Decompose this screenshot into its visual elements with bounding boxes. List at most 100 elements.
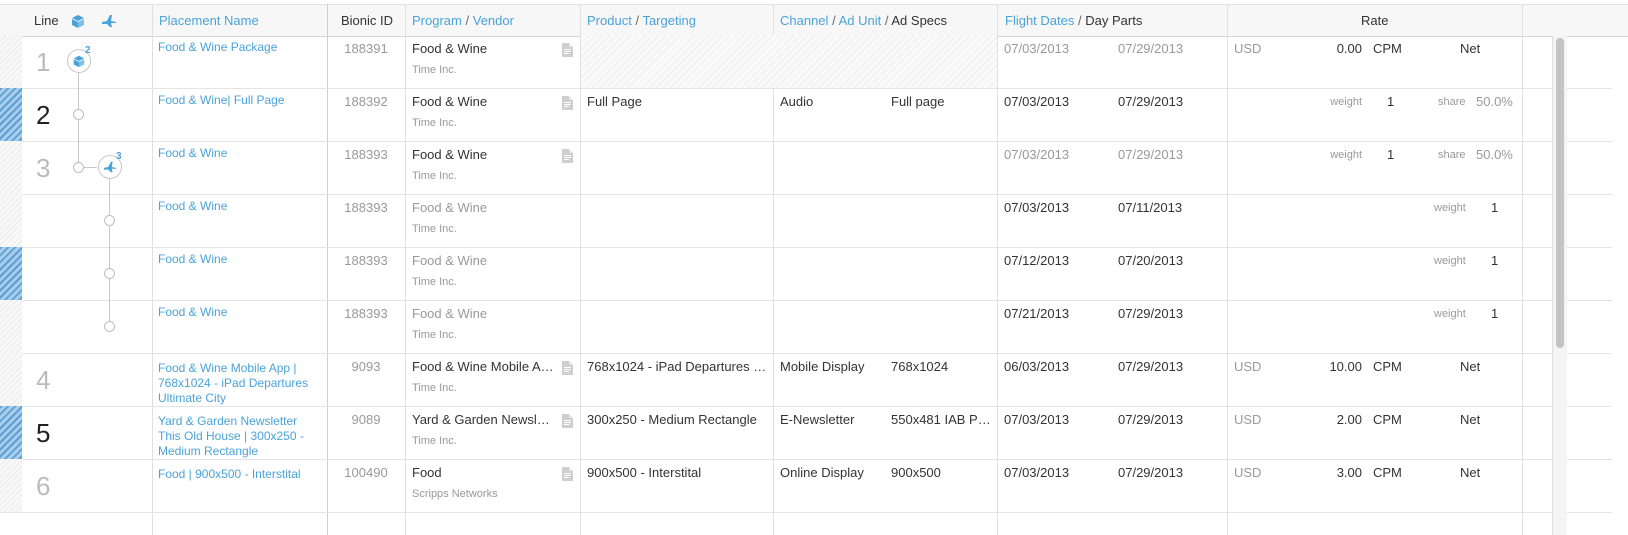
placement-name-link[interactable]: Food & Wine Package <box>158 40 310 55</box>
placement-name-link[interactable]: Food & Wine <box>158 199 310 214</box>
table-row[interactable]: 5 Yard & Garden Newsletter This Old House… <box>0 406 1612 460</box>
col-flight-dates[interactable]: Flight Dates <box>1005 13 1074 28</box>
row-select-handle[interactable] <box>0 88 22 141</box>
placement-name-link[interactable]: Food & Wine| Full Page <box>158 93 310 108</box>
net-gross[interactable]: Net <box>1460 41 1480 56</box>
rate-type[interactable]: CPM <box>1373 465 1402 480</box>
flight-start-date[interactable]: 07/03/2013 <box>1004 94 1069 109</box>
col-line[interactable]: Line <box>34 5 59 36</box>
net-gross[interactable]: Net <box>1460 359 1480 374</box>
table-row[interactable]: 6 Food | 900x500 - Interstital 100490 Food S… <box>0 459 1612 513</box>
table-row[interactable]: 1 Food & Wine Package 188391 Food & Wine Tim… <box>0 35 1612 89</box>
table-row[interactable]: Food & Wine 188393 Food & Wine Time Inc. 07/… <box>0 247 1612 301</box>
weight-value[interactable]: 1 <box>1387 147 1394 162</box>
flight-end-date[interactable]: 07/29/2013 <box>1118 147 1183 162</box>
flight-start-date[interactable]: 07/03/2013 <box>1004 200 1069 215</box>
weight-value[interactable]: 1 <box>1491 306 1498 321</box>
col-channel[interactable]: Channel <box>780 13 828 28</box>
bionic-id: 188393 <box>344 306 388 321</box>
flight-start-date[interactable]: 07/12/2013 <box>1004 253 1069 268</box>
rate-value[interactable]: 10.00 <box>1300 359 1362 374</box>
flight-start-date[interactable]: 07/03/2013 <box>1004 465 1069 480</box>
table-row[interactable]: Food & Wine 188393 Food & Wine Time Inc. 07/… <box>0 300 1612 354</box>
placement-name-link[interactable]: Food & Wine <box>158 305 310 320</box>
document-icon[interactable] <box>562 43 573 57</box>
col-ad-specs[interactable]: Ad Specs <box>891 13 947 28</box>
document-icon[interactable] <box>562 149 573 163</box>
rate-type[interactable]: CPM <box>1373 41 1402 56</box>
document-icon[interactable] <box>562 414 573 428</box>
row-select-handle[interactable] <box>0 141 22 194</box>
scrollbar-thumb[interactable] <box>1556 38 1564 348</box>
table-row[interactable]: 4 Food & Wine Mobile App | 768x1024 - iPa… <box>0 353 1612 407</box>
program-name: Food & Wine Mobile App <box>412 359 554 374</box>
flight-end-date[interactable]: 07/29/2013 <box>1118 94 1183 109</box>
row-select-handle[interactable] <box>0 459 22 512</box>
col-program[interactable]: Program <box>412 13 462 28</box>
weight-value[interactable]: 1 <box>1491 253 1498 268</box>
flight-start-date[interactable]: 07/21/2013 <box>1004 306 1069 321</box>
net-gross[interactable]: Net <box>1460 412 1480 427</box>
col-ad-unit[interactable]: Ad Unit <box>839 13 882 28</box>
row-select-handle[interactable] <box>0 194 22 247</box>
placement-name-link[interactable]: Food & Wine Mobile App | 768x1024 - iPad… <box>158 361 310 406</box>
col-rate[interactable]: Rate <box>1361 5 1388 36</box>
program-name: Food & Wine <box>412 41 488 56</box>
share-value[interactable]: 50.0% <box>1476 94 1513 109</box>
document-icon[interactable] <box>562 467 573 481</box>
flight-end-date[interactable]: 07/11/2013 <box>1118 200 1182 215</box>
placement-name-link[interactable]: Food & Wine <box>158 252 310 267</box>
col-product[interactable]: Product <box>587 13 632 28</box>
placement-name-link[interactable]: Food & Wine <box>158 146 310 161</box>
flight-start-date[interactable]: 07/03/2013 <box>1004 41 1069 56</box>
table-row[interactable]: 3 Food & Wine 188393 Food & Wine Time Inc. 07… <box>0 141 1612 195</box>
package-icon[interactable] <box>70 13 86 29</box>
vendor-name: Time Inc. <box>412 170 457 182</box>
flight-end-date[interactable]: 07/29/2013 <box>1118 359 1183 374</box>
vertical-scrollbar[interactable] <box>1552 36 1567 535</box>
share-value[interactable]: 50.0% <box>1476 147 1513 162</box>
rate-type[interactable]: CPM <box>1373 412 1402 427</box>
placement-name-link[interactable]: Food | 900x500 - Interstital <box>158 467 310 482</box>
flight-start-date[interactable]: 06/03/2013 <box>1004 359 1069 374</box>
col-bionic-id[interactable]: Bionic ID <box>341 5 393 36</box>
rate-value[interactable]: 0.00 <box>1300 41 1362 56</box>
currency: USD <box>1234 41 1262 56</box>
flight-end-date[interactable]: 07/29/2013 <box>1118 465 1183 480</box>
col-day-parts[interactable]: Day Parts <box>1085 13 1142 28</box>
row-select-handle[interactable] <box>0 353 22 406</box>
flight-start-date[interactable]: 07/03/2013 <box>1004 147 1069 162</box>
flight-end-date[interactable]: 07/29/2013 <box>1118 41 1183 56</box>
col-placement-name[interactable]: Placement Name <box>159 5 259 36</box>
line-number: 4 <box>36 365 51 395</box>
vendor-name: Time Inc. <box>412 329 457 341</box>
document-icon[interactable] <box>562 96 573 110</box>
flight-start-date[interactable]: 07/03/2013 <box>1004 412 1069 427</box>
placement-name-link[interactable]: Yard & Garden Newsletter This Old House … <box>158 414 310 459</box>
weight-value[interactable]: 1 <box>1387 94 1394 109</box>
vendor-name: Time Inc. <box>412 64 457 76</box>
col-targeting[interactable]: Targeting <box>642 13 695 28</box>
table-row[interactable]: 2 Food & Wine| Full Page 188392 Food & Wine… <box>0 88 1612 142</box>
flight-icon[interactable] <box>101 13 117 29</box>
bionic-id: 188393 <box>344 200 388 215</box>
row-select-handle[interactable] <box>0 406 22 459</box>
col-flight-group: Flight Dates / Day Parts <box>1005 13 1143 28</box>
row-select-handle[interactable] <box>0 300 22 353</box>
document-icon[interactable] <box>562 361 573 375</box>
rate-type[interactable]: CPM <box>1373 359 1402 374</box>
flight-end-date[interactable]: 07/29/2013 <box>1118 306 1183 321</box>
rate-value[interactable]: 2.00 <box>1300 412 1362 427</box>
table-row[interactable]: Food & Wine 188393 Food & Wine Time Inc. 07/… <box>0 194 1612 248</box>
flight-end-date[interactable]: 07/20/2013 <box>1118 253 1183 268</box>
weight-value[interactable]: 1 <box>1491 200 1498 215</box>
tree-node <box>73 109 84 120</box>
table-header: Line Placement Name Bionic ID Program / … <box>0 4 1628 37</box>
net-gross[interactable]: Net <box>1460 465 1480 480</box>
rate-value[interactable]: 3.00 <box>1300 465 1362 480</box>
weight-label: weight <box>1330 96 1362 108</box>
row-select-handle[interactable] <box>0 247 22 300</box>
flight-end-date[interactable]: 07/29/2013 <box>1118 412 1183 427</box>
col-vendor[interactable]: Vendor <box>473 13 514 28</box>
row-select-handle[interactable] <box>0 35 22 88</box>
